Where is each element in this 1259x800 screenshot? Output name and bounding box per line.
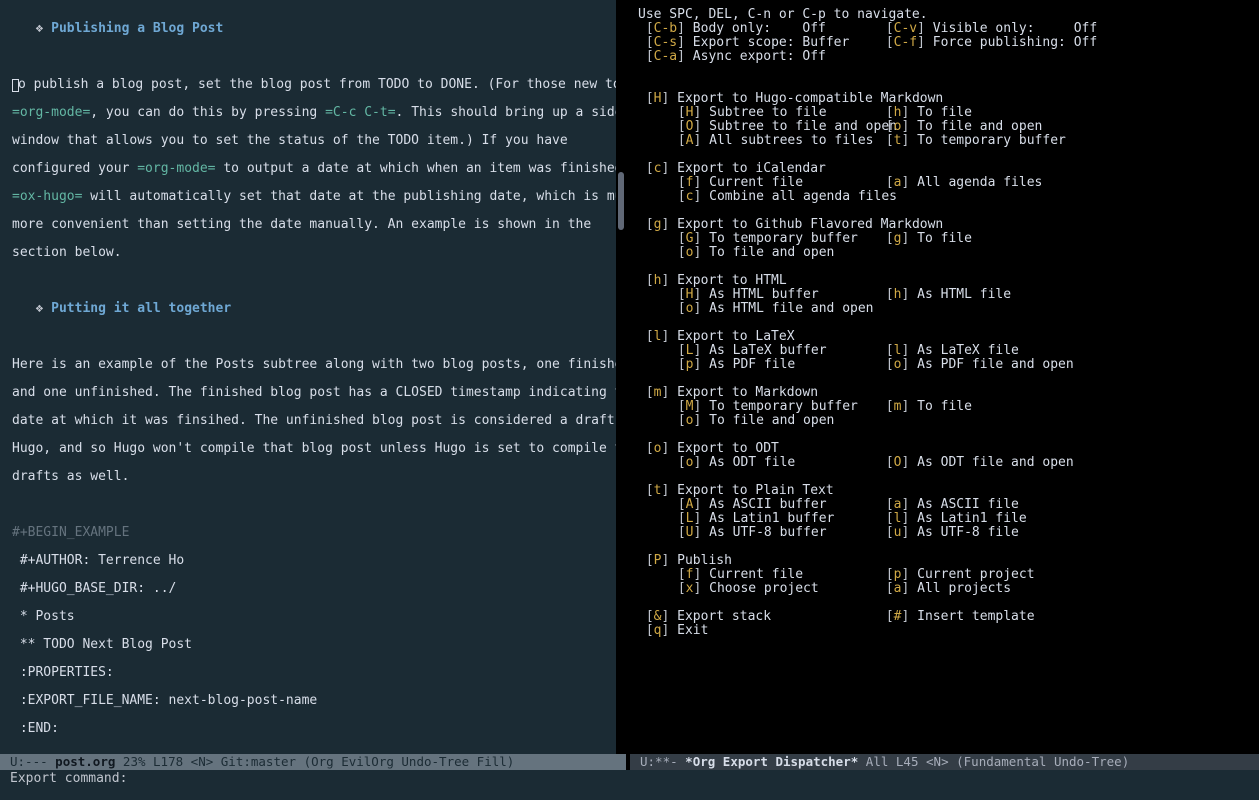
export-section-head: [H] Export to Hugo-compatible Markdown: [638, 92, 1249, 106]
export-option: [G] To temporary buffer [g] To file: [638, 232, 1249, 246]
modeline-right: U:**- *Org Export Dispatcher* All L45 <N…: [630, 754, 1259, 770]
key-C-b[interactable]: C-b: [654, 21, 677, 36]
export-option: [f] Current file [p] Current project: [638, 568, 1249, 582]
key-C-a[interactable]: C-a: [654, 49, 677, 64]
export-option: [o] To file and open: [638, 414, 1249, 428]
key-C-v[interactable]: C-v: [894, 21, 917, 36]
export-section-head: [m] Export to Markdown: [638, 386, 1249, 400]
pane-divider[interactable]: [616, 0, 630, 770]
export-option: [f] Current file [a] All agenda files: [638, 176, 1249, 190]
export-option: [x] Choose project [a] All projects: [638, 582, 1249, 596]
export-section-head: [P] Publish: [638, 554, 1249, 568]
minibuffer-prompt: Export command:: [10, 771, 127, 786]
export-option: [o] To file and open: [638, 246, 1249, 260]
export-option: [U] As UTF-8 buffer [u] As UTF-8 file: [638, 526, 1249, 540]
modeline-left: U:--- post.org 23% L178 <N> Git:master (…: [0, 754, 626, 770]
export-option: [L] As Latin1 buffer [l] As Latin1 file: [638, 512, 1249, 526]
export-toggle-row: [C-s] Export scope: Buffer [C-f] Force p…: [638, 36, 1249, 50]
right-pane-export-dispatcher[interactable]: Use SPC, DEL, C-n or C-p to navigate. [C…: [630, 0, 1259, 770]
example-begin: #+BEGIN_EXAMPLE: [12, 525, 129, 540]
export-section-head: [o] Export to ODT: [638, 442, 1249, 456]
modeline-file-right: *Org Export Dispatcher*: [685, 754, 858, 769]
heading-publishing: Publishing a Blog Post: [51, 21, 223, 36]
editor-split: ❖ Publishing a Blog Post o publish a blo…: [0, 0, 1259, 770]
export-section-head: [c] Export to iCalendar: [638, 162, 1249, 176]
export-footer-row: [q] Exit: [638, 624, 1249, 638]
key-C-s[interactable]: C-s: [654, 35, 677, 50]
export-option: [M] To temporary buffer [m] To file: [638, 400, 1249, 414]
export-option: [O] Subtree to file and open [o] To file…: [638, 120, 1249, 134]
scrollbar-thumb[interactable]: [618, 172, 624, 230]
export-option: [c] Combine all agenda files: [638, 190, 1249, 204]
export-toggle-row: [C-b] Body only: Off [C-v] Visible only:…: [638, 22, 1249, 36]
export-section-head: [h] Export to HTML: [638, 274, 1249, 288]
modeline-file-left: post.org: [55, 754, 115, 769]
export-footer-row: [&] Export stack [#] Insert template: [638, 610, 1249, 624]
export-option: [A] All subtrees to files [t] To tempora…: [638, 134, 1249, 148]
export-option: [A] As ASCII buffer [a] As ASCII file: [638, 498, 1249, 512]
export-toggle-row: [C-a] Async export: Off: [638, 50, 1249, 64]
minibuffer[interactable]: Export command:: [0, 770, 1259, 800]
export-option: [o] As HTML file and open: [638, 302, 1249, 316]
key-C-f[interactable]: C-f: [894, 35, 917, 50]
heading-together: Putting it all together: [51, 301, 231, 316]
export-option: [p] As PDF file [o] As PDF file and open: [638, 358, 1249, 372]
export-option: [o] As ODT file [O] As ODT file and open: [638, 456, 1249, 470]
left-pane-org-buffer[interactable]: ❖ Publishing a Blog Post o publish a blo…: [0, 0, 616, 770]
export-section-head: [l] Export to LaTeX: [638, 330, 1249, 344]
export-option: [H] Subtree to file [h] To file: [638, 106, 1249, 120]
export-option: [L] As LaTeX buffer [l] As LaTeX file: [638, 344, 1249, 358]
export-option: [H] As HTML buffer [h] As HTML file: [638, 288, 1249, 302]
export-section-head: [g] Export to Github Flavored Markdown: [638, 218, 1249, 232]
nav-hint: Use SPC, DEL, C-n or C-p to navigate.: [638, 7, 928, 22]
export-section-head: [t] Export to Plain Text: [638, 484, 1249, 498]
